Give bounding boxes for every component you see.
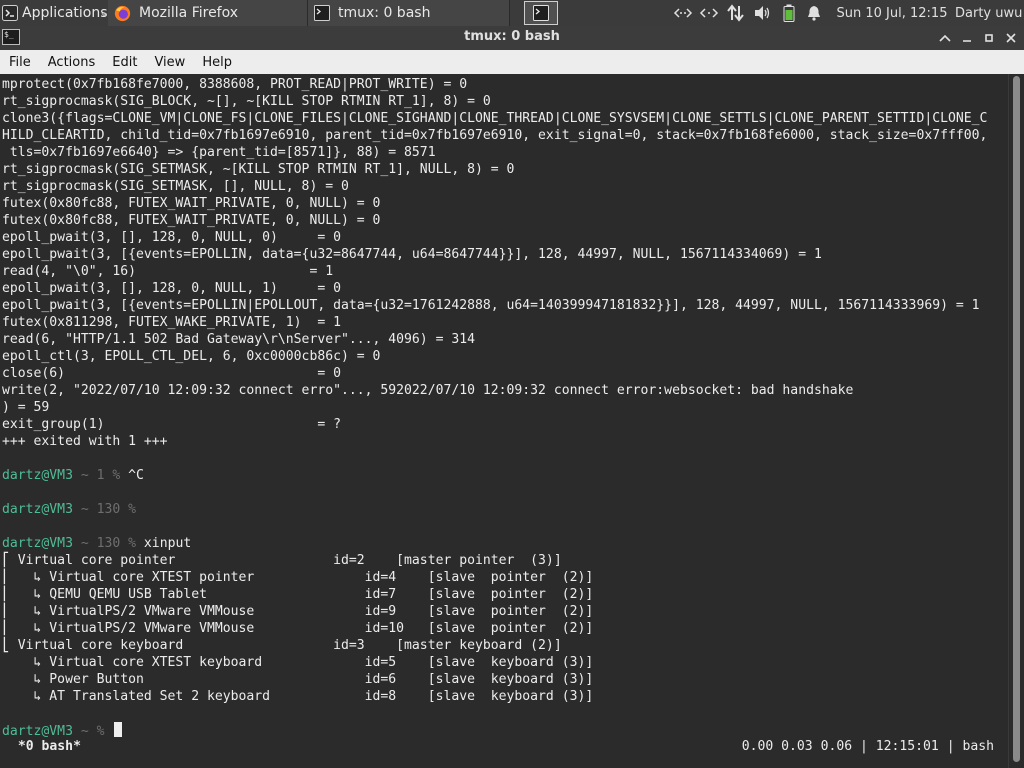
terminal-line: exit_group(1) = ? xyxy=(2,417,341,432)
prompt-user: dartz@VM3 xyxy=(2,536,73,551)
applications-icon xyxy=(2,5,18,21)
prompt-path: ~ xyxy=(72,536,97,551)
window-titlebar[interactable]: $_ tmux: 0 bash xyxy=(0,26,1024,50)
window-title: tmux: 0 bash xyxy=(464,29,560,44)
prompt-path: ~ xyxy=(72,724,97,739)
launcher-terminal-button[interactable] xyxy=(524,1,558,25)
xinput-line: ⎜ ↳ VirtualPS/2 VMware VMMouse id=10 [sl… xyxy=(2,621,594,636)
battery-icon[interactable] xyxy=(780,0,798,26)
tmux-status-bar: *0 bash* 0.00 0.03 0.06 | 12:15:01 | bas… xyxy=(0,738,1008,755)
tmux-status-right: 0.00 0.03 0.06 | 12:15:01 | bash xyxy=(741,739,994,754)
terminal-line: epoll_ctl(3, EPOLL_CTL_DEL, 6, 0xc0000cb… xyxy=(2,349,381,364)
terminal-line: read(6, "HTTP/1.1 502 Bad Gateway\r\nSer… xyxy=(2,332,475,347)
prompt-user: dartz@VM3 xyxy=(2,502,73,517)
terminal-icon xyxy=(314,5,330,21)
xinput-line: ⎡ Virtual core pointer id=2 [master poin… xyxy=(2,553,562,568)
menu-actions[interactable]: Actions xyxy=(39,50,104,74)
clock[interactable]: Sun 10 Jul, 12:15 xyxy=(836,0,948,26)
terminal-line: +++ exited with 1 +++ xyxy=(2,434,168,449)
notifications-bell-icon[interactable] xyxy=(804,0,824,26)
menu-help[interactable]: Help xyxy=(193,50,240,74)
terminal-line: epoll_pwait(3, [], 128, 0, NULL, 0) = 0 xyxy=(2,230,341,245)
prompt-user: dartz@VM3 xyxy=(2,468,73,483)
terminal-line: futex(0x811298, FUTEX_WAKE_PRIVATE, 1) =… xyxy=(2,315,341,330)
menu-bar: File Actions Edit View Help xyxy=(0,50,1024,74)
prompt-exit-code: % xyxy=(96,724,113,739)
terminal-line: read(4, "\0", 16) = 1 xyxy=(2,264,334,279)
shell-prompt-line: dartz@VM3 ~ 130 % xinput xyxy=(2,535,191,552)
terminal-line: mprotect(0x7fb168fe7000, 8388608, PROT_R… xyxy=(2,77,468,92)
xinput-line: ⎣ Virtual core keyboard id=3 [master key… xyxy=(2,638,562,653)
terminal-line: rt_sigprocmask(SIG_BLOCK, ~[], ~[KILL ST… xyxy=(2,94,491,109)
applications-menu-button[interactable]: Applications ⌄ xyxy=(0,0,110,26)
xinput-line: ↳ AT Translated Set 2 keyboard id=8 [sla… xyxy=(2,689,594,704)
firefox-icon xyxy=(114,5,131,21)
terminal-line: epoll_pwait(3, [], 128, 0, NULL, 1) = 0 xyxy=(2,281,341,296)
xinput-line: ⎜ ↳ QEMU QEMU USB Tablet id=7 [slave poi… xyxy=(2,587,594,602)
top-panel: Applications ⌄ Mozilla Firefox tmux: 0 b… xyxy=(0,0,1024,26)
terminal-line: ) = 59 xyxy=(2,400,50,415)
terminal-line: write(2, "2022/07/10 12:09:32 connect er… xyxy=(2,383,854,398)
xinput-line: ⎜ ↳ VirtualPS/2 VMware VMMouse id=9 [sla… xyxy=(2,604,594,619)
network-icon[interactable] xyxy=(672,0,694,26)
taskbar-item-label: Mozilla Firefox xyxy=(139,5,239,21)
close-icon[interactable] xyxy=(1001,28,1021,48)
menu-edit[interactable]: Edit xyxy=(103,50,145,74)
shell-prompt-line: dartz@VM3 ~ 1 % ^C xyxy=(2,467,144,484)
terminal-line: futex(0x80fc88, FUTEX_WAIT_PRIVATE, 0, N… xyxy=(2,213,381,228)
prompt-path: ~ xyxy=(72,502,97,517)
prompt-command: ^C xyxy=(128,468,144,483)
network-transfer-icon[interactable] xyxy=(724,0,748,26)
prompt-path: ~ xyxy=(72,468,97,483)
prompt-exit-code: 1 % xyxy=(96,468,129,483)
terminal-line: epoll_pwait(3, [{events=EPOLLIN, data={u… xyxy=(2,247,822,262)
shell-prompt-current[interactable]: dartz@VM3 ~ % xyxy=(2,722,123,739)
minimize-icon[interactable] xyxy=(957,28,977,48)
terminal-line: clone3({flags=CLONE_VM|CLONE_FS|CLONE_FI… xyxy=(2,111,988,126)
menu-view[interactable]: View xyxy=(145,50,193,74)
prompt-exit-code: 130 % xyxy=(96,502,144,517)
xinput-line: ⎜ ↳ Virtual core XTEST pointer id=4 [sla… xyxy=(2,570,594,585)
scrollbar-thumb[interactable] xyxy=(1013,76,1020,762)
prompt-user: dartz@VM3 xyxy=(2,724,73,739)
applications-label: Applications xyxy=(22,5,108,21)
network-secondary-icon[interactable] xyxy=(698,0,720,26)
keep-above-chevron-icon[interactable] xyxy=(935,28,955,48)
user-menu[interactable]: Darty uwu xyxy=(955,0,1024,26)
maximize-icon[interactable] xyxy=(979,28,999,48)
terminal-line: tls=0x7fb1697e6640} => {parent_tid=[8571… xyxy=(2,145,436,160)
menu-file[interactable]: File xyxy=(0,50,39,74)
volume-icon[interactable] xyxy=(752,0,774,26)
terminal-line: rt_sigprocmask(SIG_SETMASK, ~[KILL STOP … xyxy=(2,162,515,177)
taskbar-item-label: tmux: 0 bash xyxy=(338,5,431,21)
terminal-line: HILD_CLEARTID, child_tid=0x7fb1697e6910,… xyxy=(2,128,988,143)
taskbar-item-firefox[interactable]: Mozilla Firefox xyxy=(108,0,308,26)
text-cursor xyxy=(114,722,123,737)
prompt-exit-code: 130 % xyxy=(96,536,144,551)
xinput-line: ↳ Power Button id=6 [slave keyboard (3)] xyxy=(2,672,594,687)
taskbar-item-tmux[interactable]: tmux: 0 bash xyxy=(308,0,510,26)
prompt-command: xinput xyxy=(143,536,192,551)
tmux-window-list[interactable]: *0 bash* xyxy=(10,738,81,755)
xinput-line: ↳ Virtual core XTEST keyboard id=5 [slav… xyxy=(2,655,594,670)
terminal-area[interactable]: mprotect(0x7fb168fe7000, 8388608, PROT_R… xyxy=(0,74,1008,766)
terminal-scrollbar[interactable] xyxy=(1008,74,1024,768)
terminal-icon xyxy=(533,5,549,21)
terminal-line: futex(0x80fc88, FUTEX_WAIT_PRIVATE, 0, N… xyxy=(2,196,381,211)
terminal-line: rt_sigprocmask(SIG_SETMASK, [], NULL, 8)… xyxy=(2,179,349,194)
terminal-line: close(6) = 0 xyxy=(2,366,341,381)
terminal-line: epoll_pwait(3, [{events=EPOLLIN|EPOLLOUT… xyxy=(2,298,980,313)
shell-prompt-line: dartz@VM3 ~ 130 % xyxy=(2,501,144,518)
